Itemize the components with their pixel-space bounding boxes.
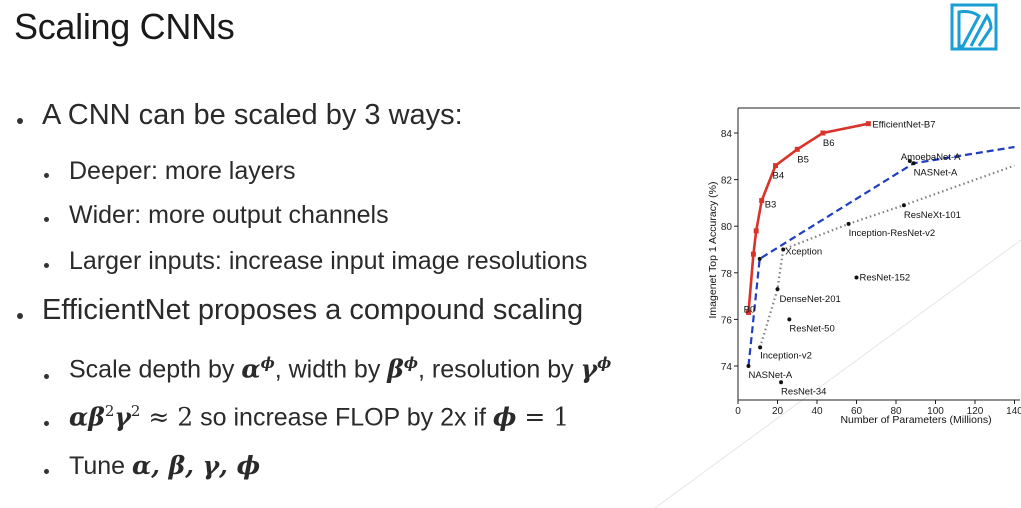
series-point [773, 163, 779, 169]
y-tick-label: 74 [721, 362, 733, 373]
series-point [758, 345, 763, 350]
x-axis-label: Number of Parameters (Millions) [840, 414, 991, 426]
y-tick-label: 80 [721, 222, 733, 233]
series-point [794, 146, 800, 152]
x-tick-label: 0 [735, 406, 741, 417]
data-label: B6 [823, 138, 835, 149]
data-label: ResNeXt-101 [904, 210, 961, 221]
series-point [775, 287, 780, 292]
data-label: B0 [744, 304, 756, 315]
data-label: ResNet-152 [860, 272, 911, 283]
data-label: Xception [785, 247, 822, 258]
series-point [746, 364, 751, 368]
data-label: NASNet-A [914, 167, 958, 178]
data-label: B4 [773, 171, 785, 182]
data-point [787, 317, 792, 322]
series-point [757, 256, 762, 261]
series-point [846, 221, 851, 226]
data-label: B3 [765, 200, 777, 211]
data-label: Inception-ResNet-v2 [849, 228, 936, 239]
data-label: ResNet-50 [789, 323, 834, 334]
y-tick-label: 82 [721, 176, 733, 187]
data-label: EfficientNet-B7 [872, 120, 935, 131]
data-label: DenseNet-201 [780, 294, 841, 305]
series-point [753, 228, 759, 234]
series-line [747, 122, 869, 313]
y-tick-label: 84 [721, 129, 733, 140]
x-tick-label: 40 [811, 406, 823, 417]
chart-labels: B0 B3 B4 B5 B6 EfficientNet-B7 NASNet-A NASNet-… [744, 120, 962, 398]
data-label: NASNet-A [748, 370, 792, 381]
series-point [865, 121, 871, 127]
data-label: ResNet-34 [781, 386, 826, 397]
data-point [854, 275, 859, 280]
y-tick-label: 76 [721, 315, 733, 326]
x-tick-label: 20 [772, 406, 784, 417]
data-label: AmoebaNet-A [901, 152, 961, 163]
series-point [750, 251, 756, 257]
series-point [759, 198, 765, 204]
x-tick-label: 140 [1006, 406, 1021, 417]
data-label: B5 [797, 154, 809, 165]
series-point [901, 203, 906, 208]
efficientnet-chart: 0 20 40 60 80 100 120 140747678808284 B0B3B4B5B… [707, 107, 1021, 426]
y-axis-label: Imagenet Top 1 Accuracy (%) [707, 182, 719, 319]
y-tick-label: 78 [721, 269, 733, 280]
data-label: Inception-v2 [760, 350, 812, 361]
series-point [820, 130, 826, 136]
